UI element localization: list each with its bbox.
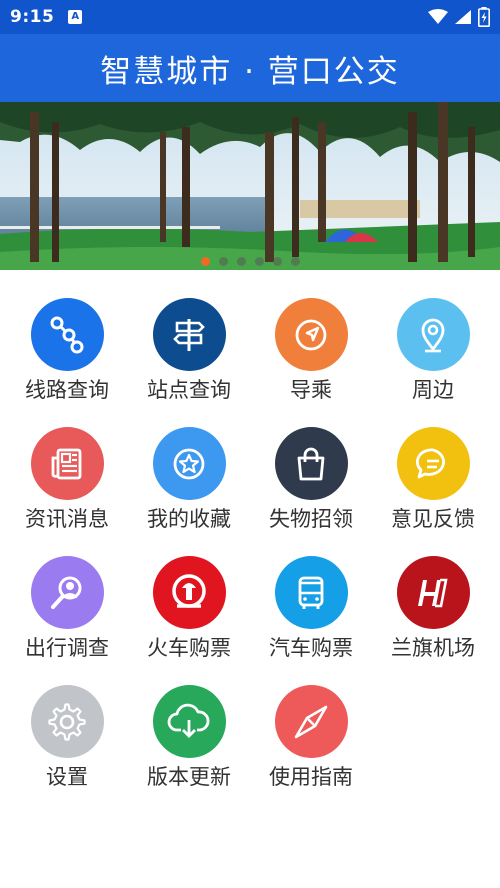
status-time: 9:15 bbox=[10, 7, 55, 27]
compass-icon[interactable] bbox=[274, 685, 348, 758]
menu-item-label: 出行调查 bbox=[25, 636, 109, 660]
menu-item-label: 资讯消息 bbox=[25, 507, 109, 531]
app-header: 智慧城市 · 营口公交 bbox=[0, 34, 500, 102]
menu-item-label: 我的收藏 bbox=[147, 507, 231, 531]
menu-item-signpost[interactable]: 站点查询 bbox=[128, 298, 250, 402]
carousel-dot[interactable] bbox=[254, 257, 264, 266]
menu-item-newspaper[interactable]: 资讯消息 bbox=[6, 427, 128, 531]
menu-item-label: 版本更新 bbox=[147, 765, 231, 789]
wifi-icon bbox=[428, 9, 448, 24]
menu-item-search-person[interactable]: 出行调查 bbox=[6, 556, 128, 660]
menu-item-railway-logo[interactable]: 火车购票 bbox=[128, 556, 250, 660]
menu-item-navigation-arrow[interactable]: 导乘 bbox=[250, 298, 372, 402]
menu-item-bus[interactable]: 汽车购票 bbox=[250, 556, 372, 660]
menu-item-shopping-bag[interactable]: 失物招领 bbox=[250, 427, 372, 531]
status-icons bbox=[428, 7, 490, 27]
menu-item-label: 站点查询 bbox=[147, 378, 231, 402]
menu-item-cloud-download[interactable]: 版本更新 bbox=[128, 685, 250, 789]
carousel-indicators bbox=[0, 257, 500, 266]
gear-icon[interactable] bbox=[30, 685, 104, 758]
banner-image bbox=[0, 102, 500, 270]
bus-icon[interactable] bbox=[274, 556, 348, 629]
airport-logo-icon[interactable] bbox=[396, 556, 470, 629]
chat-bubble-icon[interactable] bbox=[396, 427, 470, 500]
cloud-download-icon[interactable] bbox=[152, 685, 226, 758]
carousel-dot[interactable] bbox=[236, 257, 246, 266]
carousel-dot[interactable] bbox=[272, 257, 282, 266]
menu-item-chat-bubble[interactable]: 意见反馈 bbox=[372, 427, 494, 531]
menu-item-compass[interactable]: 使用指南 bbox=[250, 685, 372, 789]
battery-icon bbox=[478, 7, 490, 27]
navigation-arrow-icon[interactable] bbox=[274, 298, 348, 371]
menu-item-label: 导乘 bbox=[290, 378, 332, 402]
search-person-icon[interactable] bbox=[30, 556, 104, 629]
page-title: 智慧城市 · 营口公交 bbox=[100, 53, 400, 90]
signpost-icon[interactable] bbox=[152, 298, 226, 371]
menu-item-label: 周边 bbox=[412, 378, 454, 402]
carousel-dot[interactable] bbox=[290, 257, 300, 266]
menu-item-label: 设置 bbox=[46, 765, 88, 789]
menu-item-label: 火车购票 bbox=[147, 636, 231, 660]
status-bar: 9:15 A bbox=[0, 0, 500, 34]
carousel-dot[interactable] bbox=[218, 257, 228, 266]
feature-grid: 线路查询 站点查询 导乘 周边资讯消息 我的收藏 失物招领 意见反馈出行调查 火车购票 汽车购票… bbox=[0, 298, 500, 789]
menu-item-label: 兰旗机场 bbox=[391, 636, 475, 660]
notification-icon: A bbox=[68, 10, 83, 24]
banner-carousel[interactable] bbox=[0, 102, 500, 270]
menu-item-label: 汽车购票 bbox=[269, 636, 353, 660]
menu-item-star[interactable]: 我的收藏 bbox=[128, 427, 250, 531]
menu-item-label: 意见反馈 bbox=[391, 507, 475, 531]
newspaper-icon[interactable] bbox=[30, 427, 104, 500]
menu-item-location-pin[interactable]: 周边 bbox=[372, 298, 494, 402]
menu-item-route[interactable]: 线路查询 bbox=[6, 298, 128, 402]
location-pin-icon[interactable] bbox=[396, 298, 470, 371]
route-icon[interactable] bbox=[30, 298, 104, 371]
menu-item-label: 失物招领 bbox=[269, 507, 353, 531]
carousel-dot[interactable] bbox=[200, 257, 210, 266]
shopping-bag-icon[interactable] bbox=[274, 427, 348, 500]
menu-item-airport-logo[interactable]: 兰旗机场 bbox=[372, 556, 494, 660]
menu-item-label: 线路查询 bbox=[25, 378, 109, 402]
menu-item-gear[interactable]: 设置 bbox=[6, 685, 128, 789]
signal-icon bbox=[455, 10, 471, 24]
menu-item-label: 使用指南 bbox=[269, 765, 353, 789]
railway-logo-icon[interactable] bbox=[152, 556, 226, 629]
star-icon[interactable] bbox=[152, 427, 226, 500]
